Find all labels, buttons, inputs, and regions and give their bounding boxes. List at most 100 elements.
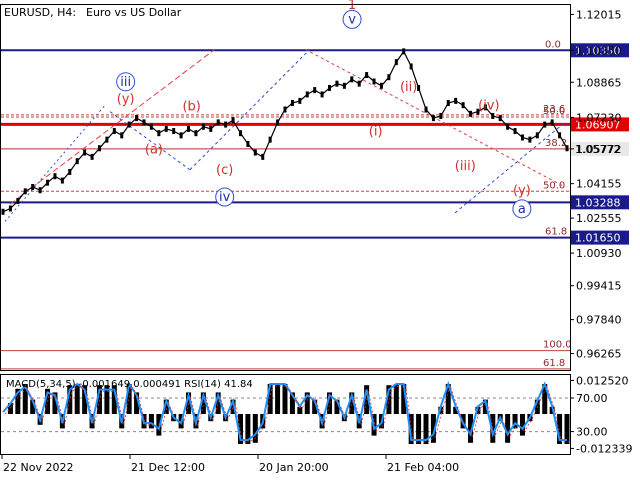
- y-tick-label: 1.07230: [576, 111, 622, 124]
- fib-label: 100.0: [543, 340, 572, 351]
- y-tick-label: 1.05772: [576, 143, 622, 156]
- ind-y-tick-label: 70.00: [576, 392, 608, 405]
- price-bar: [142, 119, 146, 126]
- price-bar: [342, 82, 346, 89]
- indicator-panel: [1, 380, 570, 444]
- price-bar: [209, 125, 213, 132]
- price-bar: [60, 177, 64, 184]
- wave-label: (a): [145, 143, 163, 158]
- price-chart[interactable]: 1.10350 0.0 1.06907 1.05772 38.2 1.03288 1.016…: [0, 0, 640, 480]
- fib-label: 0.0: [545, 39, 561, 50]
- y-tick-label: 0.96265: [576, 348, 622, 361]
- y-tick-label: 1.04155: [576, 178, 622, 191]
- wave-label: (iii): [455, 159, 476, 174]
- x-tick-label: 21 Feb 04:00: [387, 461, 459, 474]
- price-bar: [224, 121, 228, 128]
- price-bar: [543, 121, 547, 128]
- price-bar: [365, 72, 369, 79]
- price-bar: [31, 184, 35, 190]
- y-tick-label: 1.02555: [576, 212, 622, 225]
- price-bar: [276, 119, 280, 126]
- price-bar: [187, 125, 191, 132]
- chart-symbol: EURUSD, H4:: [4, 6, 76, 19]
- price-bar: [513, 128, 517, 135]
- price-bar: [16, 197, 20, 204]
- wave-label: iii: [120, 75, 131, 90]
- price-bar: [97, 145, 101, 152]
- macd-bar: [282, 384, 288, 414]
- price-bar: [8, 205, 12, 212]
- price-bar: [194, 130, 198, 137]
- price-bar: [157, 130, 161, 137]
- y-tick-label: 0.99415: [576, 280, 622, 293]
- price-bar: [298, 97, 302, 104]
- x-tick-label: 21 Dec 12:00: [131, 461, 205, 474]
- trend-lines: [4, 48, 566, 222]
- price-bar: [409, 63, 413, 70]
- price-bar: [439, 112, 443, 119]
- price-bar: [75, 158, 79, 165]
- price-bar: [201, 123, 205, 130]
- price-bar: [520, 134, 524, 141]
- y-tick-label: 1.10350: [576, 44, 622, 57]
- price-bar: [461, 102, 465, 109]
- price-bar: [528, 136, 532, 143]
- x-tick-label: 22 Nov 2022: [3, 461, 73, 474]
- price-bar: [328, 84, 332, 91]
- price-bar: [164, 125, 168, 132]
- y-tick-label: 1.00930: [576, 247, 622, 260]
- price-bar: [283, 106, 287, 113]
- y-tick-label: 1.08865: [576, 76, 622, 89]
- wave-label: v: [348, 12, 356, 27]
- fib-label: 61.8: [543, 358, 565, 369]
- price-bar: [335, 80, 339, 87]
- price-bar: [424, 106, 428, 113]
- price-bar: [506, 123, 510, 130]
- main-frame: [0, 4, 571, 371]
- price-bar: [394, 59, 398, 66]
- price-bar: [105, 136, 109, 143]
- wave-label: (i): [369, 124, 383, 139]
- macd-bar: [148, 414, 154, 429]
- trend-line-blue-0: [4, 104, 106, 222]
- indicator-label: MACD(5,34,5) -0.001649 0.000491 RSI(14) …: [6, 379, 253, 390]
- price-tag-label: 1.01650: [575, 232, 621, 245]
- price-bar: [454, 97, 458, 104]
- wave-label: (b): [182, 100, 200, 115]
- price-line: [2, 50, 568, 213]
- price-bar: [402, 48, 406, 55]
- price-bar: [172, 128, 176, 135]
- macd-bar: [252, 414, 258, 443]
- macd-bar: [275, 384, 281, 414]
- price-bar: [127, 121, 131, 128]
- price-bar: [535, 132, 539, 139]
- price-bar: [53, 173, 57, 180]
- price-bar: [469, 110, 473, 117]
- price-bar: [149, 123, 153, 130]
- price-bar: [350, 76, 354, 83]
- price-bar: [446, 100, 450, 107]
- price-bar: [179, 132, 183, 139]
- price-bar: [268, 136, 272, 143]
- wave-labels: 1viii(y)(b)(a)(c)iv(ii)(i)(iv)(iii)(y)a: [116, 0, 532, 219]
- ind-y-tick-label: 30.00: [576, 426, 608, 439]
- price-bar: [417, 84, 421, 91]
- price-bar: [90, 153, 94, 160]
- price-bar: [387, 74, 391, 81]
- y-tick-label: 1.12015: [576, 8, 622, 21]
- trend-line-red-upper: [9, 48, 216, 205]
- price-bar: [261, 153, 265, 160]
- price-bar: [372, 78, 376, 85]
- fib-label: 61.8: [545, 227, 567, 238]
- price-bar: [313, 87, 317, 94]
- price-bar: [320, 91, 324, 98]
- price-bar: [305, 91, 309, 98]
- y-tick-label: 0.97840: [576, 314, 622, 327]
- price-bar: [83, 149, 87, 156]
- x-tick-label: 20 Jan 20:00: [259, 461, 329, 474]
- chart-description: Euro vs US Dollar: [86, 6, 182, 19]
- wave-label: (c): [216, 163, 233, 178]
- wave-label: (ii): [400, 80, 417, 95]
- price-bar: [357, 80, 361, 87]
- chart-canvas: 1.103500.01.069071.0577238.21.032881.016…: [0, 0, 632, 474]
